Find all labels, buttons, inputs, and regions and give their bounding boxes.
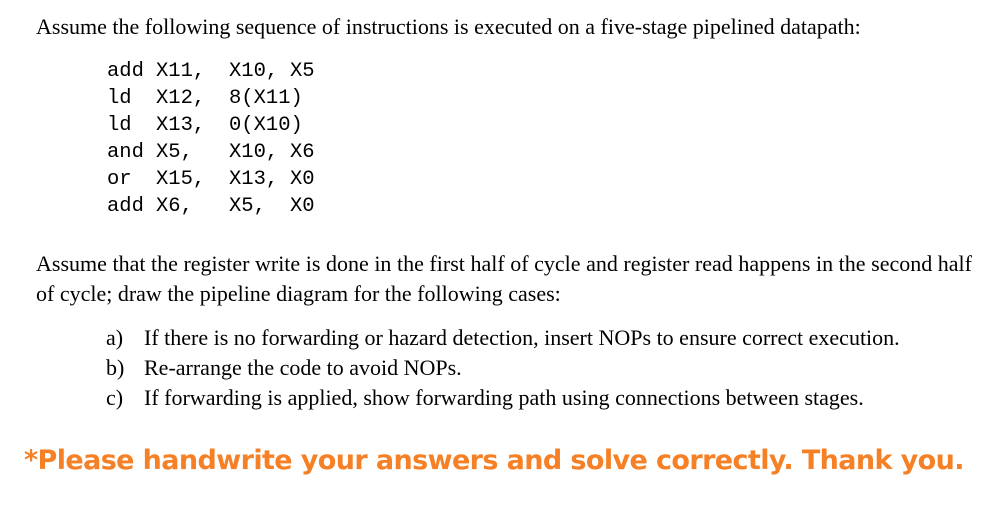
case-marker: b)	[106, 355, 125, 380]
operand: X11,	[156, 60, 206, 83]
operand: X10,	[229, 141, 279, 164]
opcode: and	[107, 141, 144, 164]
operand: X6,	[156, 195, 193, 218]
opcode: add	[107, 60, 144, 83]
case-item: c) If forwarding is applied, show forwar…	[106, 383, 900, 413]
case-text: If forwarding is applied, show forwardin…	[144, 385, 864, 410]
intro-text: Assume the following sequence of instruc…	[36, 14, 861, 39]
case-item: b) Re-arrange the code to avoid NOPs.	[106, 353, 900, 383]
operand: X13,	[156, 114, 206, 137]
operand: X5,	[156, 141, 193, 164]
operand: X5	[290, 60, 315, 83]
operand: 0(X10)	[229, 114, 303, 137]
operand: X6	[290, 141, 315, 164]
instruction-line: add X6, X5, X0	[107, 193, 315, 220]
case-marker: a)	[106, 325, 124, 350]
case-text: Re-arrange the code to avoid NOPs.	[144, 355, 462, 380]
instruction-line: ld X13, 0(X10)	[107, 112, 315, 139]
case-text: If there is no forwarding or hazard dete…	[144, 325, 900, 350]
opcode: ld	[107, 87, 132, 110]
case-item: a) If there is no forwarding or hazard d…	[106, 323, 900, 353]
operand: X13,	[229, 168, 279, 191]
case-marker: c)	[106, 385, 124, 410]
assumption-paragraph: Assume that the register write is done i…	[36, 251, 972, 306]
opcode: ld	[107, 114, 132, 137]
instruction-line: ld X12, 8(X11)	[107, 85, 315, 112]
handwrite-note: *Please handwrite your answers and solve…	[24, 445, 965, 476]
opcode: add	[107, 195, 144, 218]
instruction-line: or X15, X13, X0	[107, 166, 315, 193]
case-list: a) If there is no forwarding or hazard d…	[106, 323, 900, 413]
instruction-listing: add X11, X10, X5 ld X12, 8(X11) ld X13, 0(X10) and…	[107, 58, 315, 220]
operand: X10,	[229, 60, 279, 83]
operand: X5,	[229, 195, 266, 218]
opcode: or	[107, 168, 132, 191]
operand: 8(X11)	[229, 87, 303, 110]
operand: X0	[290, 195, 315, 218]
operand: X12,	[156, 87, 206, 110]
instruction-line: add X11, X10, X5	[107, 58, 315, 85]
operand: X0	[290, 168, 315, 191]
operand: X15,	[156, 168, 206, 191]
instruction-line: and X5, X10, X6	[107, 139, 315, 166]
